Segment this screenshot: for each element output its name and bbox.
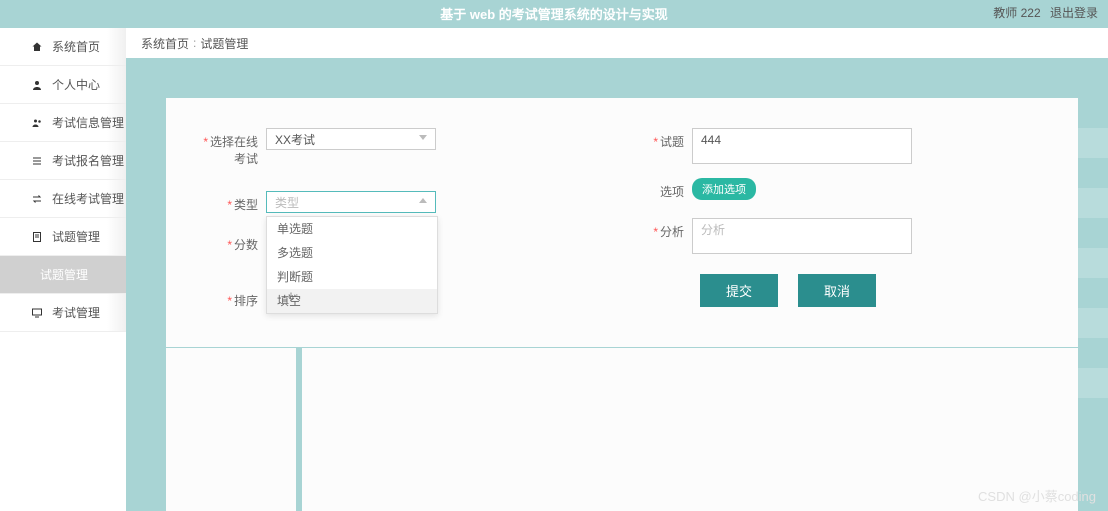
sidebar-item-exam-info[interactable]: 考试信息管理 xyxy=(0,104,126,142)
breadcrumb-sep: : xyxy=(193,36,196,50)
user-label: 教师 222 xyxy=(993,6,1040,20)
breadcrumb-current: 试题管理 xyxy=(200,35,248,52)
exchange-icon xyxy=(30,192,44,206)
sidebar-item-label: 考试报名管理 xyxy=(52,152,124,169)
lower-left-panel xyxy=(166,348,296,511)
exam-select[interactable]: XX考试 xyxy=(266,128,436,150)
content-area: 系统首页 : 试题管理 *选择在线考试 XX考试 *类型 xyxy=(126,28,1108,511)
options-label: 选项 xyxy=(622,178,692,200)
sidebar-item-label: 系统首页 xyxy=(52,38,100,55)
form-left-col: *选择在线考试 XX考试 *类型 类型 单选题 xyxy=(196,128,622,327)
list-icon xyxy=(30,154,44,168)
doc-icon xyxy=(30,230,44,244)
bg-decoration xyxy=(1078,98,1108,398)
form-right-col: *试题 444 选项 添加选项 *分析 分析 xyxy=(622,128,1048,327)
add-option-button[interactable]: 添加选项 xyxy=(692,178,756,200)
breadcrumb: 系统首页 : 试题管理 xyxy=(126,28,1108,58)
sidebar-item-personal[interactable]: 个人中心 xyxy=(0,66,126,104)
type-placeholder: 类型 xyxy=(275,196,299,210)
sidebar-item-label: 个人中心 xyxy=(52,76,100,93)
sidebar-item-exam-signup[interactable]: 考试报名管理 xyxy=(0,142,126,180)
sidebar-item-label: 在线考试管理 xyxy=(52,190,124,207)
chevron-down-icon xyxy=(419,135,427,140)
cursor-icon xyxy=(287,290,299,304)
type-label: *类型 xyxy=(196,191,266,213)
cancel-button[interactable]: 取消 xyxy=(798,274,876,307)
sidebar-item-label: 试题管理 xyxy=(52,228,100,245)
button-row: 提交 取消 xyxy=(700,274,1048,307)
analysis-input[interactable]: 分析 xyxy=(692,218,912,254)
sidebar-item-online-exam[interactable]: 在线考试管理 xyxy=(0,180,126,218)
type-option-multi[interactable]: 多选题 xyxy=(267,241,437,265)
lower-panel xyxy=(166,348,1078,511)
type-dropdown: 单选题 多选题 判断题 填空 xyxy=(266,216,438,314)
sidebar-item-label: 考试管理 xyxy=(52,304,100,321)
order-label: *排序 xyxy=(196,287,266,309)
chevron-up-icon xyxy=(419,198,427,203)
submit-button[interactable]: 提交 xyxy=(700,274,778,307)
exam-select-value: XX考试 xyxy=(275,133,315,147)
form-panel: *选择在线考试 XX考试 *类型 类型 单选题 xyxy=(166,98,1078,347)
breadcrumb-root[interactable]: 系统首页 xyxy=(141,35,189,52)
users-icon xyxy=(30,116,44,130)
sidebar: 系统首页 个人中心 考试信息管理 考试报名管理 在线考试管理 试题管理 试题管理… xyxy=(0,28,126,511)
type-option-single[interactable]: 单选题 xyxy=(267,217,437,241)
type-option-fill[interactable]: 填空 xyxy=(267,289,437,313)
logout-link[interactable]: 退出登录 xyxy=(1050,6,1098,20)
analysis-label: *分析 xyxy=(622,218,692,240)
sidebar-sub-question[interactable]: 试题管理 xyxy=(0,256,126,294)
type-select[interactable]: 类型 单选题 多选题 判断题 填空 xyxy=(266,191,436,213)
question-input[interactable]: 444 xyxy=(692,128,912,164)
type-option-judge[interactable]: 判断题 xyxy=(267,265,437,289)
lower-right-panel xyxy=(302,348,1078,511)
header-user-area: 教师 222 退出登录 xyxy=(987,4,1098,21)
home-icon xyxy=(30,40,44,54)
user-icon xyxy=(30,78,44,92)
sidebar-item-label: 试题管理 xyxy=(40,266,88,283)
watermark: CSDN @小蔡coding xyxy=(978,486,1096,505)
sidebar-item-exam-mgmt[interactable]: 考试管理 xyxy=(0,294,126,332)
monitor-icon xyxy=(30,306,44,320)
sidebar-item-label: 考试信息管理 xyxy=(52,114,124,131)
sidebar-item-home[interactable]: 系统首页 xyxy=(0,28,126,66)
question-label: *试题 xyxy=(622,128,692,150)
exam-label: *选择在线考试 xyxy=(196,128,266,167)
sidebar-item-question-mgmt[interactable]: 试题管理 xyxy=(0,218,126,256)
header: 基于 web 的考试管理系统的设计与实现 教师 222 退出登录 xyxy=(0,0,1108,28)
page-title: 基于 web 的考试管理系统的设计与实现 xyxy=(440,4,668,23)
score-label: *分数 xyxy=(196,231,266,253)
